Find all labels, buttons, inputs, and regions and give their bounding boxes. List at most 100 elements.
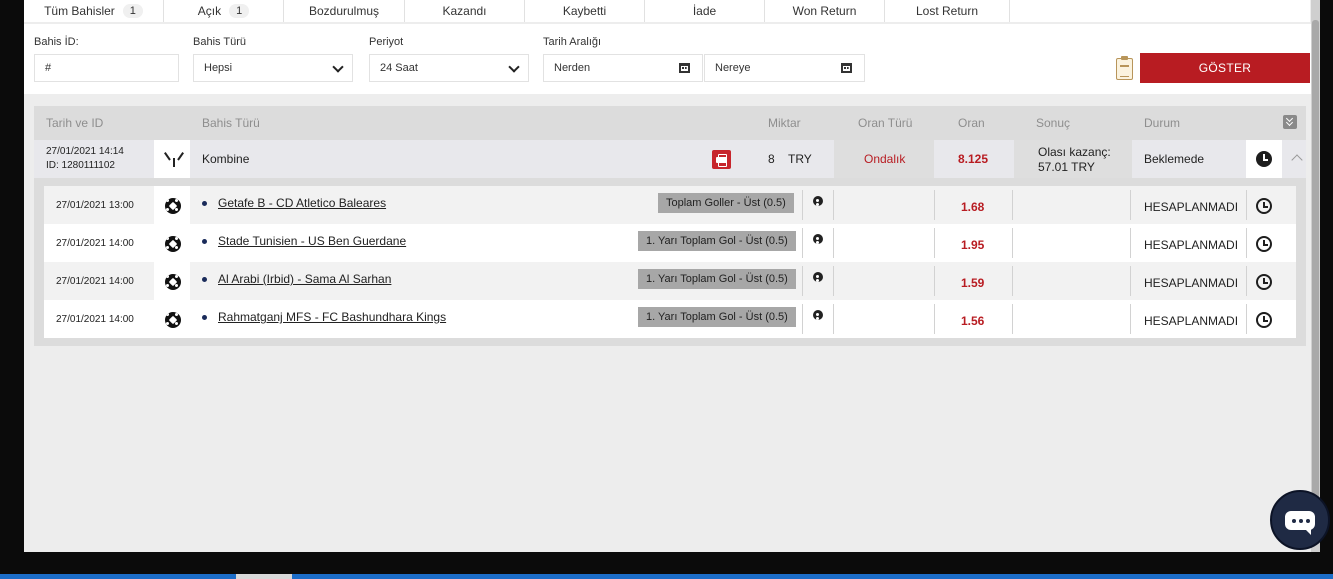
chevron-up-icon[interactable] [1291,154,1303,166]
divider [833,228,834,258]
selection-status: HESAPLANMADI [1144,200,1239,214]
divider [934,190,935,220]
football-icon [165,198,181,214]
bullet-icon [202,277,207,282]
selection-row: 27/01/2021 14:00 Rahmatganj MFS - FC Bas… [44,300,1296,338]
scrollbar-thumb[interactable] [1312,20,1319,520]
selection-row: 27/01/2021 13:00 Getafe B - CD Atletico … [44,186,1296,224]
tab-refund[interactable]: İade [645,0,765,22]
divider [1012,304,1013,334]
potential-win-label: Olası kazanç: [1038,145,1111,159]
divider [934,266,935,296]
bet-odd-type: Ondalık [864,152,906,166]
divider [934,228,935,258]
bet-id: ID: 1280111102 [46,160,115,171]
match-link[interactable]: Al Arabi (Irbid) - Sama Al Sarhan [218,272,391,286]
os-taskbar [0,574,1333,579]
selection-date: 27/01/2021 14:00 [56,276,134,287]
divider [1246,304,1247,334]
match-link[interactable]: Rahmatganj MFS - FC Bashundhara Kings [218,310,446,324]
tab-count-badge: 1 [229,4,250,18]
bet-row[interactable]: 27/01/2021 14:14 ID: 1280111102 Kombine … [34,140,1306,178]
divider [833,190,834,220]
tab-label: Kazandı [442,4,487,18]
date-from-placeholder: Nerden [554,62,591,74]
user-icon [812,272,824,285]
selection-row: 27/01/2021 14:00 Stade Tunisien - US Ben… [44,224,1296,262]
tab-lost[interactable]: Kaybetti [525,0,645,22]
bet-results-panel: Tarih ve ID Bahis Türü Miktar Oran Türü … [34,106,1306,346]
tab-lost-return[interactable]: Lost Return [885,0,1010,22]
selection-row: 27/01/2021 14:00 Al Arabi (Irbid) - Sama… [44,262,1296,300]
bet-id-input[interactable]: # [34,54,179,82]
football-icon [165,274,181,290]
date-range-label: Tarih Aralığı [543,36,602,48]
taskbar-item[interactable] [236,574,292,579]
divider [1130,304,1131,334]
tab-count-badge: 1 [122,4,143,18]
period-label: Periyot [369,36,404,48]
calendar-icon[interactable] [679,63,690,73]
selection-odd: 1.68 [961,200,985,214]
bet-type-select[interactable]: Hepsi [193,54,353,82]
calendar-icon[interactable] [841,63,852,73]
bet-datetime: 27/01/2021 14:14 [46,146,124,157]
tab-label: Tüm Bahisler [44,4,115,18]
vertical-scrollbar[interactable] [1311,0,1320,552]
chat-bubble-icon [1285,511,1315,535]
bet-type-label: Bahis Türü [193,36,246,48]
bet-odd: 8.125 [958,152,989,166]
tab-open[interactable]: Açık 1 [164,0,284,22]
bet-type: Kombine [202,152,250,166]
divider [1246,228,1247,258]
tab-won[interactable]: Kazandı [405,0,525,22]
print-icon[interactable] [712,150,731,169]
header-result: Sonuç [1036,116,1071,130]
show-button[interactable]: GÖSTER [1140,53,1310,83]
divider [802,190,803,220]
divider [1246,266,1247,296]
divider [802,304,803,334]
tab-won-return[interactable]: Won Return [765,0,885,22]
date-to-placeholder: Nereye [715,62,751,74]
period-select[interactable]: 24 Saat [369,54,529,82]
tab-label: Açık [197,4,222,18]
selection-status: HESAPLANMADI [1144,314,1239,328]
divider [833,304,834,334]
football-icon [165,236,181,252]
date-to-input[interactable]: Nereye [704,54,865,82]
header-odd: Oran [958,116,985,130]
bet-currency: TRY [788,152,812,166]
divider [833,266,834,296]
bet-history-page: Tüm Bahisler 1 Açık 1 Bozdurulmuş Kazandı … [24,0,1320,552]
tab-all-bets[interactable]: Tüm Bahisler 1 [24,0,164,22]
user-icon [812,196,824,209]
bet-type-value: Hepsi [204,62,233,74]
clock-icon [1256,236,1272,252]
divider [1012,190,1013,220]
user-icon [812,310,824,323]
selection-date: 27/01/2021 13:00 [56,200,134,211]
divider [1130,266,1131,296]
potential-win-value: 57.01 TRY [1038,160,1095,174]
tabs-spacer [1010,0,1310,22]
tab-cashed-out[interactable]: Bozdurulmuş [284,0,405,22]
clock-icon [1256,198,1272,214]
divider [934,304,935,334]
clock-icon [1256,151,1272,167]
live-chat-button[interactable] [1270,490,1330,550]
date-from-input[interactable]: Nerden [543,54,703,82]
bet-id-label: Bahis İD: [34,36,79,48]
market-badge: Toplam Goller - Üst (0.5) [658,193,794,213]
header-odd-type: Oran Türü [858,116,913,130]
collapse-all-icon[interactable] [1283,115,1297,129]
clipboard-icon[interactable] [1116,56,1133,80]
selection-list: 27/01/2021 13:00 Getafe B - CD Atletico … [44,186,1296,340]
match-link[interactable]: Getafe B - CD Atletico Baleares [218,196,386,210]
tab-label: İade [692,4,717,18]
bet-amount: 8 [768,152,775,166]
tab-label: Won Return [792,4,857,18]
match-link[interactable]: Stade Tunisien - US Ben Guerdane [218,234,406,248]
chevron-down-icon [508,61,520,73]
market-badge: 1. Yarı Toplam Gol - Üst (0.5) [638,231,796,251]
